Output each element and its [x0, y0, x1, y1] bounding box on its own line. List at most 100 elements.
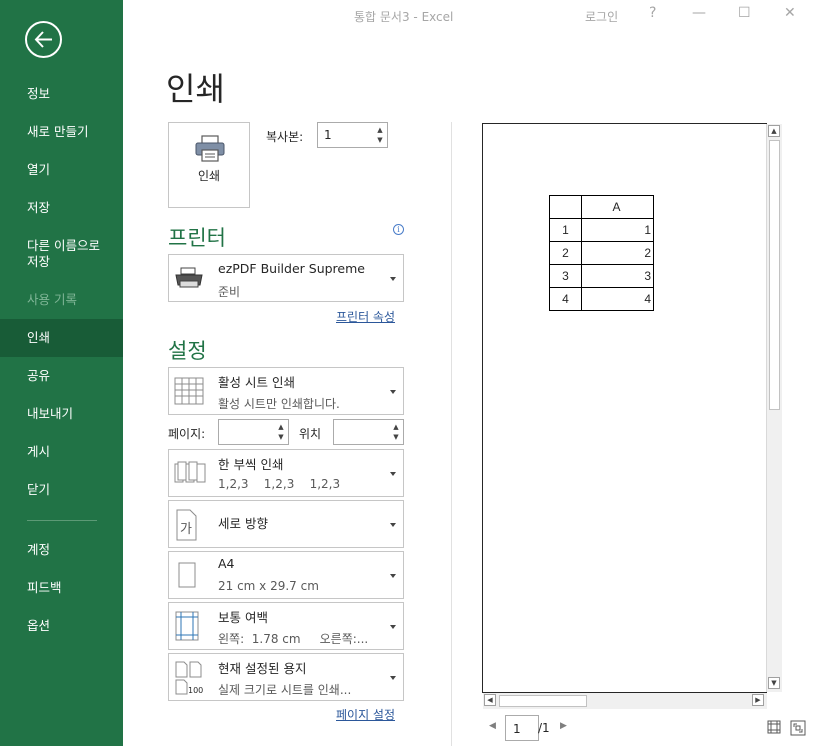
pages-from-stepper[interactable]: ▲ ▼ [218, 419, 289, 445]
collation-desc: 1,2,3 1,2,3 1,2,3 [218, 477, 341, 491]
nav-share[interactable]: 공유 [0, 368, 123, 384]
show-margins-icon[interactable] [767, 720, 781, 734]
chevron-down-icon [390, 676, 396, 680]
orientation-dropdown[interactable]: 가 세로 방향 [168, 500, 404, 548]
chevron-down-icon [390, 390, 396, 394]
settings-heading: 설정 [168, 339, 207, 363]
page-title: 인쇄 [166, 70, 225, 108]
printer-heading: 프린터 [168, 226, 226, 250]
nav-info[interactable]: 정보 [0, 86, 123, 102]
print-what-desc: 활성 시트만 인쇄합니다. [218, 397, 340, 411]
nav-close[interactable]: 닫기 [0, 482, 123, 498]
copies-value: 1 [324, 128, 332, 142]
printer-properties-link[interactable]: 프린터 속성 [336, 308, 395, 325]
paper-size-dropdown[interactable]: A4 21 cm x 29.7 cm [168, 551, 404, 599]
cell-value: 2 [581, 241, 654, 265]
nav-save[interactable]: 저장 [0, 200, 123, 216]
printer-name: ezPDF Builder Supreme [218, 261, 365, 276]
chevron-down-icon [390, 574, 396, 578]
chevron-down-icon [390, 523, 396, 527]
nav-print[interactable]: 인쇄 [0, 319, 123, 357]
previous-page-icon[interactable]: ◀ [489, 721, 496, 731]
nav-account[interactable]: 계정 [0, 542, 123, 558]
no-scaling-icon: 100 [175, 661, 203, 695]
svg-text:100: 100 [188, 686, 203, 695]
scaling-dropdown[interactable]: 100 현재 설정된 용지 실제 크기로 시트를 인쇄... [168, 653, 404, 701]
minimize-button[interactable]: — [692, 5, 706, 21]
panel-divider [451, 122, 452, 746]
printer-status: 준비 [218, 285, 241, 299]
help-button[interactable]: ? [649, 5, 656, 21]
printer-device-icon [175, 267, 203, 288]
decrement-icon[interactable]: ▼ [391, 432, 401, 442]
row-header: 1 [549, 218, 582, 242]
table-row: 2 2 [549, 241, 654, 265]
nav-save-as[interactable]: 다른 이름으로 저장 [0, 238, 123, 270]
row-header: 3 [549, 264, 582, 288]
increment-icon[interactable]: ▲ [276, 422, 286, 432]
print-what-title: 활성 시트 인쇄 [218, 375, 295, 390]
sidebar-divider [27, 520, 97, 521]
sign-in-link[interactable]: 로그인 [585, 8, 618, 25]
preview-horizontal-scrollbar[interactable]: ◀ ▶ [483, 693, 767, 709]
row-header: 2 [549, 241, 582, 265]
preview-vertical-scrollbar[interactable]: ▲ ▼ [766, 124, 782, 692]
copies-label: 복사본: [266, 130, 304, 144]
pages-label: 페이지: [168, 427, 206, 441]
paper-size-icon [178, 562, 196, 588]
margins-title: 보통 여백 [218, 610, 268, 625]
chevron-down-icon [390, 472, 396, 476]
paper-size-desc: 21 cm x 29.7 cm [218, 579, 319, 593]
next-page-icon[interactable]: ▶ [560, 721, 567, 731]
backstage-sidebar: 정보 새로 만들기 열기 저장 다른 이름으로 저장 사용 기록 인쇄 공유 내… [0, 0, 123, 746]
collate-icon [174, 461, 206, 483]
portrait-orientation-icon: 가 [176, 509, 197, 541]
info-icon[interactable]: i [393, 224, 404, 235]
pages-to-stepper[interactable]: ▲ ▼ [333, 419, 404, 445]
decrement-icon[interactable]: ▼ [276, 432, 286, 442]
scroll-down-icon[interactable]: ▼ [768, 677, 780, 689]
copies-stepper[interactable]: 1 ▲ ▼ [317, 122, 388, 148]
cell-value: 1 [581, 218, 654, 242]
print-button[interactable]: 인쇄 [168, 122, 250, 208]
current-page-input[interactable]: 1 [505, 715, 539, 741]
table-row: 4 4 [549, 287, 654, 311]
chevron-down-icon [390, 277, 396, 281]
nav-feedback[interactable]: 피드백 [0, 580, 123, 596]
scroll-right-icon[interactable]: ▶ [752, 694, 764, 706]
vertical-scroll-thumb[interactable] [769, 140, 780, 410]
window-title: 통합 문서3 - Excel [354, 10, 454, 24]
margins-desc: 왼쪽: 1.78 cm 오른쪽:... [218, 632, 369, 646]
svg-text:가: 가 [180, 522, 192, 537]
maximize-button[interactable]: ☐ [738, 5, 751, 21]
nav-new[interactable]: 새로 만들기 [0, 124, 123, 140]
print-what-dropdown[interactable]: 활성 시트 인쇄 활성 시트만 인쇄합니다. [168, 367, 404, 415]
margins-dropdown[interactable]: 보통 여백 왼쪽: 1.78 cm 오른쪽:... [168, 602, 404, 650]
collation-dropdown[interactable]: 한 부씩 인쇄 1,2,3 1,2,3 1,2,3 [168, 449, 404, 497]
increment-icon[interactable]: ▲ [391, 422, 401, 432]
scaling-desc: 실제 크기로 시트를 인쇄... [218, 683, 352, 697]
back-button[interactable] [25, 21, 62, 58]
table-header-row: A [549, 195, 654, 219]
nav-publish[interactable]: 게시 [0, 444, 123, 460]
nav-export[interactable]: 내보내기 [0, 406, 123, 422]
collation-title: 한 부씩 인쇄 [218, 457, 284, 472]
nav-options[interactable]: 옵션 [0, 618, 123, 634]
horizontal-scroll-thumb[interactable] [499, 695, 587, 707]
nav-open[interactable]: 열기 [0, 162, 123, 178]
increment-icon[interactable]: ▲ [375, 125, 385, 135]
cell-value: 4 [581, 287, 654, 311]
zoom-to-page-icon[interactable] [790, 720, 806, 736]
scroll-left-icon[interactable]: ◀ [484, 694, 496, 706]
printer-icon [195, 135, 225, 162]
orientation-title: 세로 방향 [218, 516, 268, 531]
scroll-up-icon[interactable]: ▲ [768, 125, 780, 137]
row-header: 4 [549, 287, 582, 311]
chevron-down-icon [390, 625, 396, 629]
back-arrow-icon [34, 31, 52, 48]
page-setup-link[interactable]: 페이지 설정 [336, 706, 395, 723]
table-row: 1 1 [549, 218, 654, 242]
printer-dropdown[interactable]: ezPDF Builder Supreme 준비 [168, 254, 404, 302]
decrement-icon[interactable]: ▼ [375, 135, 385, 145]
close-button[interactable]: ✕ [784, 5, 796, 21]
